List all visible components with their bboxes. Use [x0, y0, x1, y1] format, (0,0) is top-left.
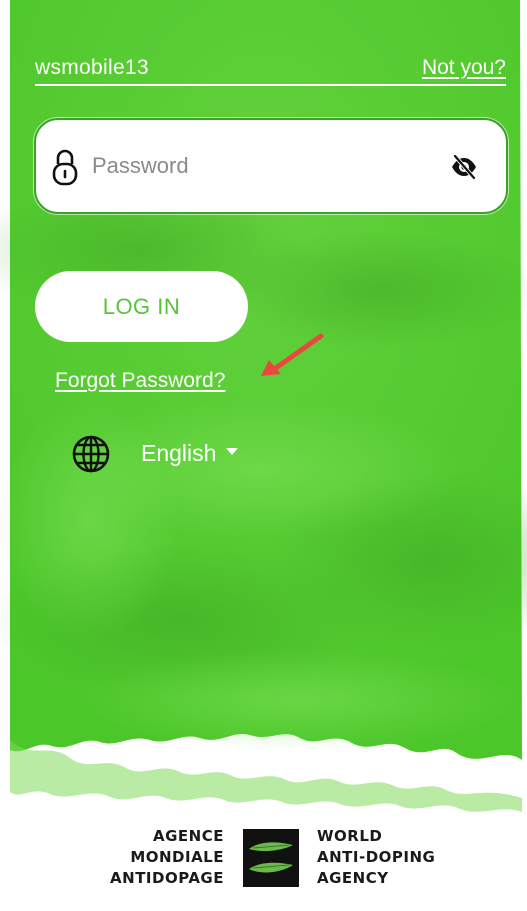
logo-text-french: AGENCE MONDIALE ANTIDOPAGE [84, 826, 224, 889]
logo-line: MONDIALE [130, 848, 224, 866]
annotation-arrow-icon [261, 333, 324, 376]
logo-line: AGENCE [153, 827, 224, 845]
eye-off-icon[interactable] [450, 153, 478, 181]
logo-text-english: WORLD ANTI-DOPING AGENCY [317, 826, 457, 889]
wada-logo: AGENCE MONDIALE ANTIDOPAGE WORLD ANTI-DO… [100, 826, 450, 892]
login-screen: wsmobile13 Not you? LOG IN Forgot Passwo… [0, 0, 527, 911]
logo-line: WORLD [317, 827, 383, 845]
forgot-password-link[interactable]: Forgot Password? [55, 369, 225, 393]
not-you-link[interactable]: Not you? [422, 56, 506, 80]
password-field-container[interactable] [34, 118, 508, 214]
username-label: wsmobile13 [35, 56, 149, 79]
language-dropdown[interactable]: English [141, 440, 239, 470]
lock-icon [52, 149, 78, 186]
account-row: wsmobile13 Not you? [35, 52, 506, 86]
login-button[interactable]: LOG IN [35, 271, 248, 342]
logo-line: AGENCY [317, 869, 389, 887]
caret-down-icon [226, 448, 239, 456]
language-selected-label: English [141, 440, 217, 466]
password-input[interactable] [92, 146, 422, 186]
logo-line: ANTI-DOPING [317, 848, 436, 866]
logo-line: ANTIDOPAGE [110, 869, 224, 887]
globe-icon[interactable] [72, 435, 110, 473]
wada-emblem-icon [243, 829, 299, 887]
